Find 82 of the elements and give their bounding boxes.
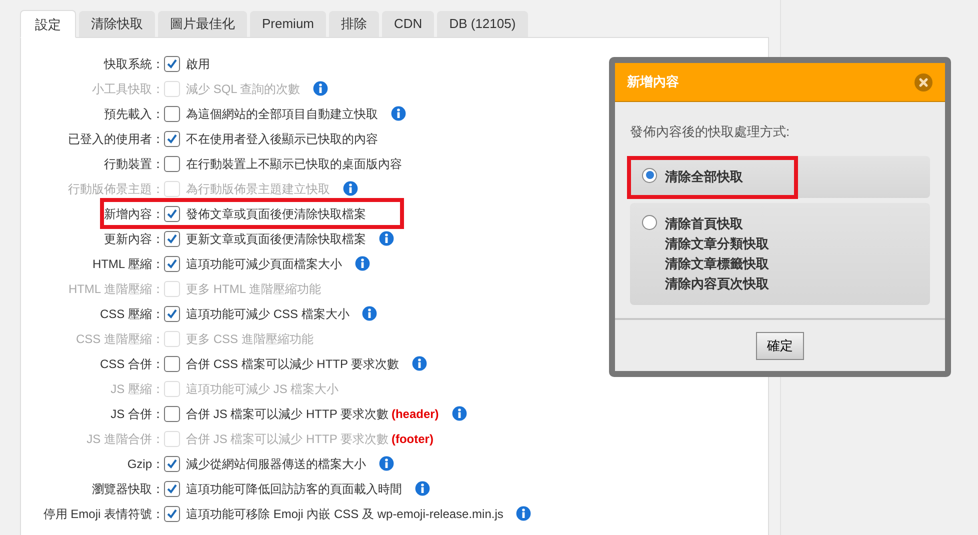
setting-description: 合併 JS 檔案可以減少 HTTP 要求次數 (186, 406, 388, 422)
checkbox[interactable] (164, 480, 180, 496)
setting-label: JS 進階合併： (86, 430, 164, 448)
setting-description: 更新文章或頁面後便清除快取檔案 (186, 230, 366, 248)
setting-label: CSS 合併： (98, 356, 164, 372)
setting-description: 這項功能可減少 CSS 檔案大小 (186, 306, 350, 322)
option-card[interactable]: 清除首頁快取 清除文章分類快取 清除文章標籤快取 清除內容頁次快取 (630, 202, 930, 304)
setting-label: 已登入的使用者： (67, 130, 164, 148)
checkbox[interactable] (164, 56, 180, 72)
setting-description: 合併 JS 檔案可以減少 HTTP 要求次數 (186, 430, 388, 448)
checkbox[interactable] (164, 130, 180, 146)
setting-label: 行動版佈景主題： (67, 180, 164, 198)
checkbox[interactable] (164, 230, 180, 246)
checkbox[interactable] (164, 106, 180, 122)
checkbox[interactable] (164, 506, 180, 522)
setting-description: 更多 CSS 進階壓縮功能 (186, 330, 314, 348)
checkbox[interactable] (164, 256, 180, 272)
checkbox[interactable] (164, 206, 180, 222)
dialog-title: 新增內容 (627, 73, 679, 92)
setting-label: 行動裝置： (103, 156, 164, 172)
option-card[interactable]: 清除全部快取 (630, 156, 930, 198)
setting-label: 停用 Emoji 表情符號： (42, 506, 164, 522)
info-icon[interactable] (415, 481, 430, 496)
setting-description: 這項功能可減少 JS 檔案大小 (186, 380, 339, 398)
setting-description: 更多 HTML 進階壓縮功能 (186, 280, 321, 298)
tab[interactable]: CDN (382, 11, 434, 37)
option-label: 清除全部快取 (665, 168, 743, 186)
setting-description: 減少從網站伺服器傳送的檔案大小 (186, 456, 366, 472)
setting-description: 這項功能可移除 Emoji 內嵌 CSS 及 wp-emoji-release.min.js (186, 506, 504, 522)
tab[interactable]: 設定 (20, 10, 76, 38)
info-icon[interactable] (379, 456, 394, 471)
tab[interactable]: 圖片最佳化 (158, 11, 247, 37)
close-icon[interactable] (914, 72, 933, 92)
info-icon[interactable] (355, 256, 370, 271)
option-label: 清除文章分類快取 (665, 234, 769, 252)
tab[interactable]: 清除快取 (79, 11, 155, 37)
setting-label: 更新內容： (103, 230, 164, 248)
setting-description: 為行動版佈景主題建立快取 (186, 180, 330, 198)
setting-label: Gzip： (126, 456, 164, 472)
setting-description: 合併 CSS 檔案可以減少 HTTP 要求次數 (186, 356, 400, 372)
setting-label: 預先載入： (103, 106, 164, 122)
setting-note: (header) (391, 406, 439, 422)
setting-description: 這項功能可降低回訪訪客的頁面載入時間 (186, 480, 402, 498)
dialog-prompt: 發佈內容後的快取處理方式: (630, 123, 791, 141)
radio-button[interactable] (642, 168, 657, 182)
setting-label: 快取系統： (102, 56, 164, 72)
setting-description: 為這個網站的全部項目自動建立快取 (186, 106, 378, 122)
checkbox[interactable] (164, 156, 180, 172)
info-icon[interactable] (452, 406, 467, 421)
setting-label: 小工具快取： (91, 80, 164, 98)
tab[interactable]: DB (12105) (437, 11, 528, 37)
setting-note: (footer) (391, 430, 434, 448)
setting-description: 在行動裝置上不顯示已快取的桌面版內容 (186, 156, 402, 172)
setting-description: 減少 SQL 查詢的次數 (186, 80, 300, 98)
checkbox[interactable] (164, 406, 180, 422)
checkbox[interactable] (164, 306, 180, 322)
info-icon[interactable] (412, 356, 428, 371)
checkbox[interactable] (164, 456, 180, 472)
ok-button[interactable]: 確定 (756, 332, 804, 360)
tab[interactable]: 排除 (329, 11, 380, 37)
option-label: 清除內容頁次快取 (665, 274, 769, 292)
setting-label: HTML 進階壓縮： (67, 280, 164, 298)
setting-description: 不在使用者登入後顯示已快取的內容 (186, 130, 378, 148)
tab[interactable]: Premium (250, 11, 326, 37)
setting-label: HTML 壓縮： (91, 256, 164, 272)
setting-description: 發佈文章或頁面後便清除快取檔案 (186, 206, 366, 222)
setting-label: JS 壓縮： (110, 380, 164, 398)
setting-description: 這項功能可減少頁面檔案大小 (186, 256, 342, 272)
setting-description: 啟用 (186, 56, 210, 72)
setting-label: 瀏覽器快取： (91, 480, 164, 498)
setting-label: CSS 壓縮： (98, 306, 164, 322)
info-icon[interactable] (379, 231, 394, 246)
setting-label: CSS 進階壓縮： (74, 330, 164, 348)
option-label: 清除首頁快取 (665, 214, 744, 232)
info-icon[interactable] (516, 506, 532, 521)
option-label: 清除文章標籤快取 (665, 254, 769, 272)
setting-label: 新增內容： (103, 206, 164, 222)
checkbox[interactable] (164, 356, 180, 372)
radio-button[interactable] (642, 214, 657, 230)
info-icon[interactable] (362, 306, 378, 321)
setting-label: JS 合併： (110, 406, 164, 422)
info-icon[interactable] (391, 106, 406, 121)
